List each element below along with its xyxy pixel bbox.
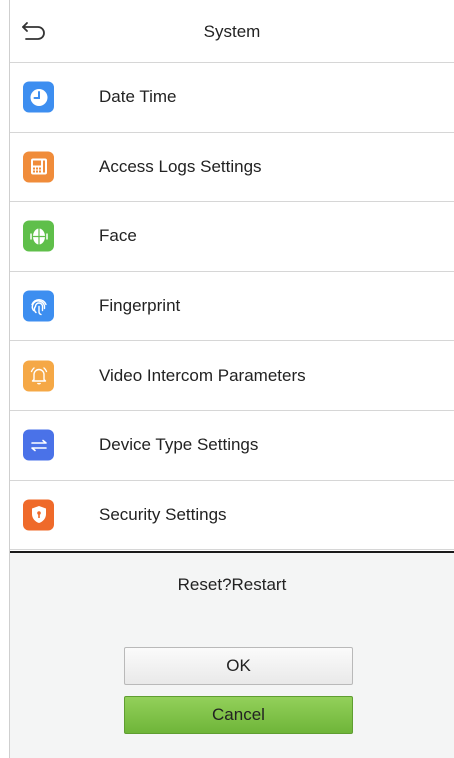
menu-item-date-time[interactable]: Date Time — [10, 63, 454, 133]
menu-item-face[interactable]: Face — [10, 202, 454, 272]
menu-item-label: Access Logs Settings — [99, 156, 262, 176]
shield-icon — [23, 499, 54, 531]
cancel-button[interactable]: Cancel — [124, 696, 353, 734]
header-bar: System — [10, 0, 454, 63]
transfer-icon — [23, 429, 54, 461]
menu-item-security-settings[interactable]: Security Settings — [10, 481, 454, 551]
clock-icon — [23, 81, 54, 113]
menu-item-label: Date Time — [99, 87, 177, 107]
menu-item-label: Fingerprint — [99, 296, 181, 316]
menu-item-access-logs-settings[interactable]: Access Logs Settings — [10, 133, 454, 203]
menu-item-label: Security Settings — [99, 504, 227, 524]
menu-item-label: Face — [99, 226, 137, 246]
settings-menu: Date Time Access Logs Settings Face Fing… — [10, 63, 454, 551]
bell-icon — [23, 360, 54, 392]
fingerprint-icon — [23, 290, 54, 322]
ok-button[interactable]: OK — [124, 647, 353, 685]
menu-item-label: Device Type Settings — [99, 435, 259, 455]
menu-item-label: Video Intercom Parameters — [99, 365, 306, 385]
page-title: System — [203, 22, 261, 41]
access-logs-icon — [23, 151, 54, 183]
face-icon — [23, 220, 54, 252]
dialog-message: Reset?Restart — [177, 575, 287, 594]
confirm-dialog: Reset?Restart OK Cancel — [10, 551, 454, 758]
menu-item-fingerprint[interactable]: Fingerprint — [10, 272, 454, 342]
menu-item-video-intercom-parameters[interactable]: Video Intercom Parameters — [10, 341, 454, 411]
app-screen: System Date Time Access Logs Settings Fa… — [9, 0, 454, 758]
menu-item-device-type-settings[interactable]: Device Type Settings — [10, 411, 454, 481]
